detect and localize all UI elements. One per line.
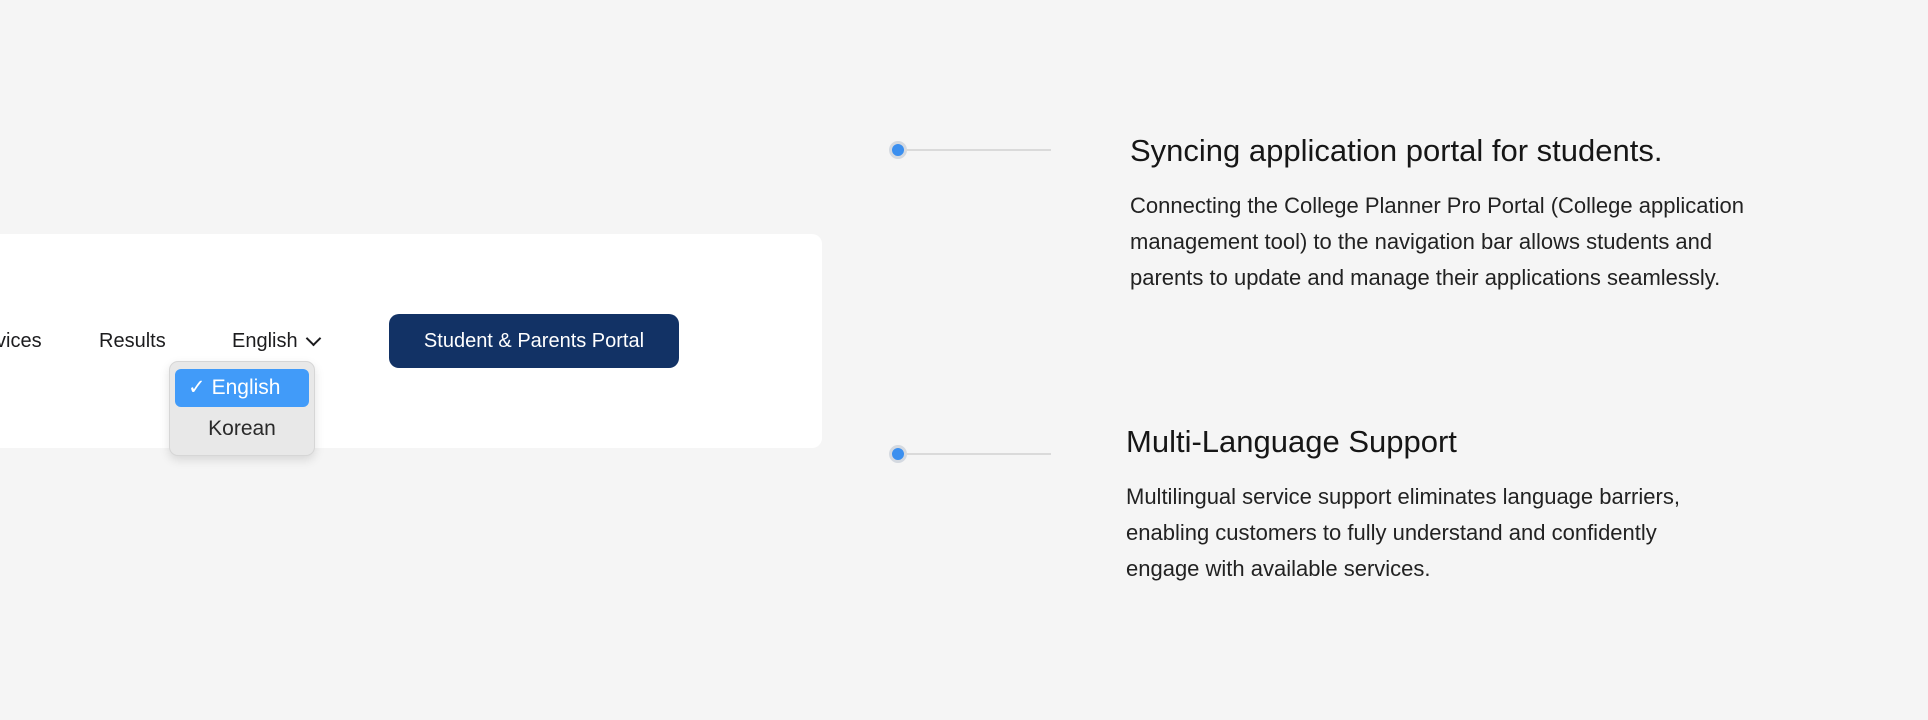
language-selector-label: English xyxy=(232,330,298,352)
nav-link-results[interactable]: Results xyxy=(99,326,166,356)
description-line: Multilingual service support eliminates … xyxy=(1126,484,1680,509)
language-option-english[interactable]: ✓ English xyxy=(175,369,309,407)
timeline-line xyxy=(905,453,1051,455)
checkmark-icon: ✓ xyxy=(188,376,206,399)
description-line: parents to update and manage their appli… xyxy=(1130,265,1721,290)
timeline-connector xyxy=(889,141,1059,159)
feature-description: Connecting the College Planner Pro Porta… xyxy=(1130,188,1830,296)
timeline-connector xyxy=(889,445,1059,463)
language-option-label: Korean xyxy=(208,417,276,440)
chevron-down-icon xyxy=(305,330,321,346)
timeline-line xyxy=(905,149,1051,151)
language-dropdown-menu: ✓ English Korean xyxy=(169,361,315,456)
description-line: management tool) to the navigation bar a… xyxy=(1130,229,1713,254)
feature-description: Multilingual service support eliminates … xyxy=(1126,479,1826,587)
feature-title: Multi-Language Support xyxy=(1126,424,1457,459)
page: vices Results English Student & Parents … xyxy=(0,0,1928,720)
feature-title: Syncing application portal for students. xyxy=(1130,133,1663,168)
description-line: engage with available services. xyxy=(1126,556,1431,581)
feature-multi-language: Multi-Language Support Multilingual serv… xyxy=(1126,419,1826,587)
language-option-label: English xyxy=(211,376,281,399)
language-option-korean[interactable]: Korean xyxy=(175,410,309,448)
feature-portal-sync: Syncing application portal for students.… xyxy=(1130,128,1830,296)
nav-link-services[interactable]: vices xyxy=(0,326,42,356)
language-selector[interactable]: English xyxy=(232,326,321,356)
description-line: Connecting the College Planner Pro Porta… xyxy=(1130,193,1744,218)
description-line: enabling customers to fully understand a… xyxy=(1126,520,1657,545)
student-parents-portal-button[interactable]: Student & Parents Portal xyxy=(389,314,679,368)
